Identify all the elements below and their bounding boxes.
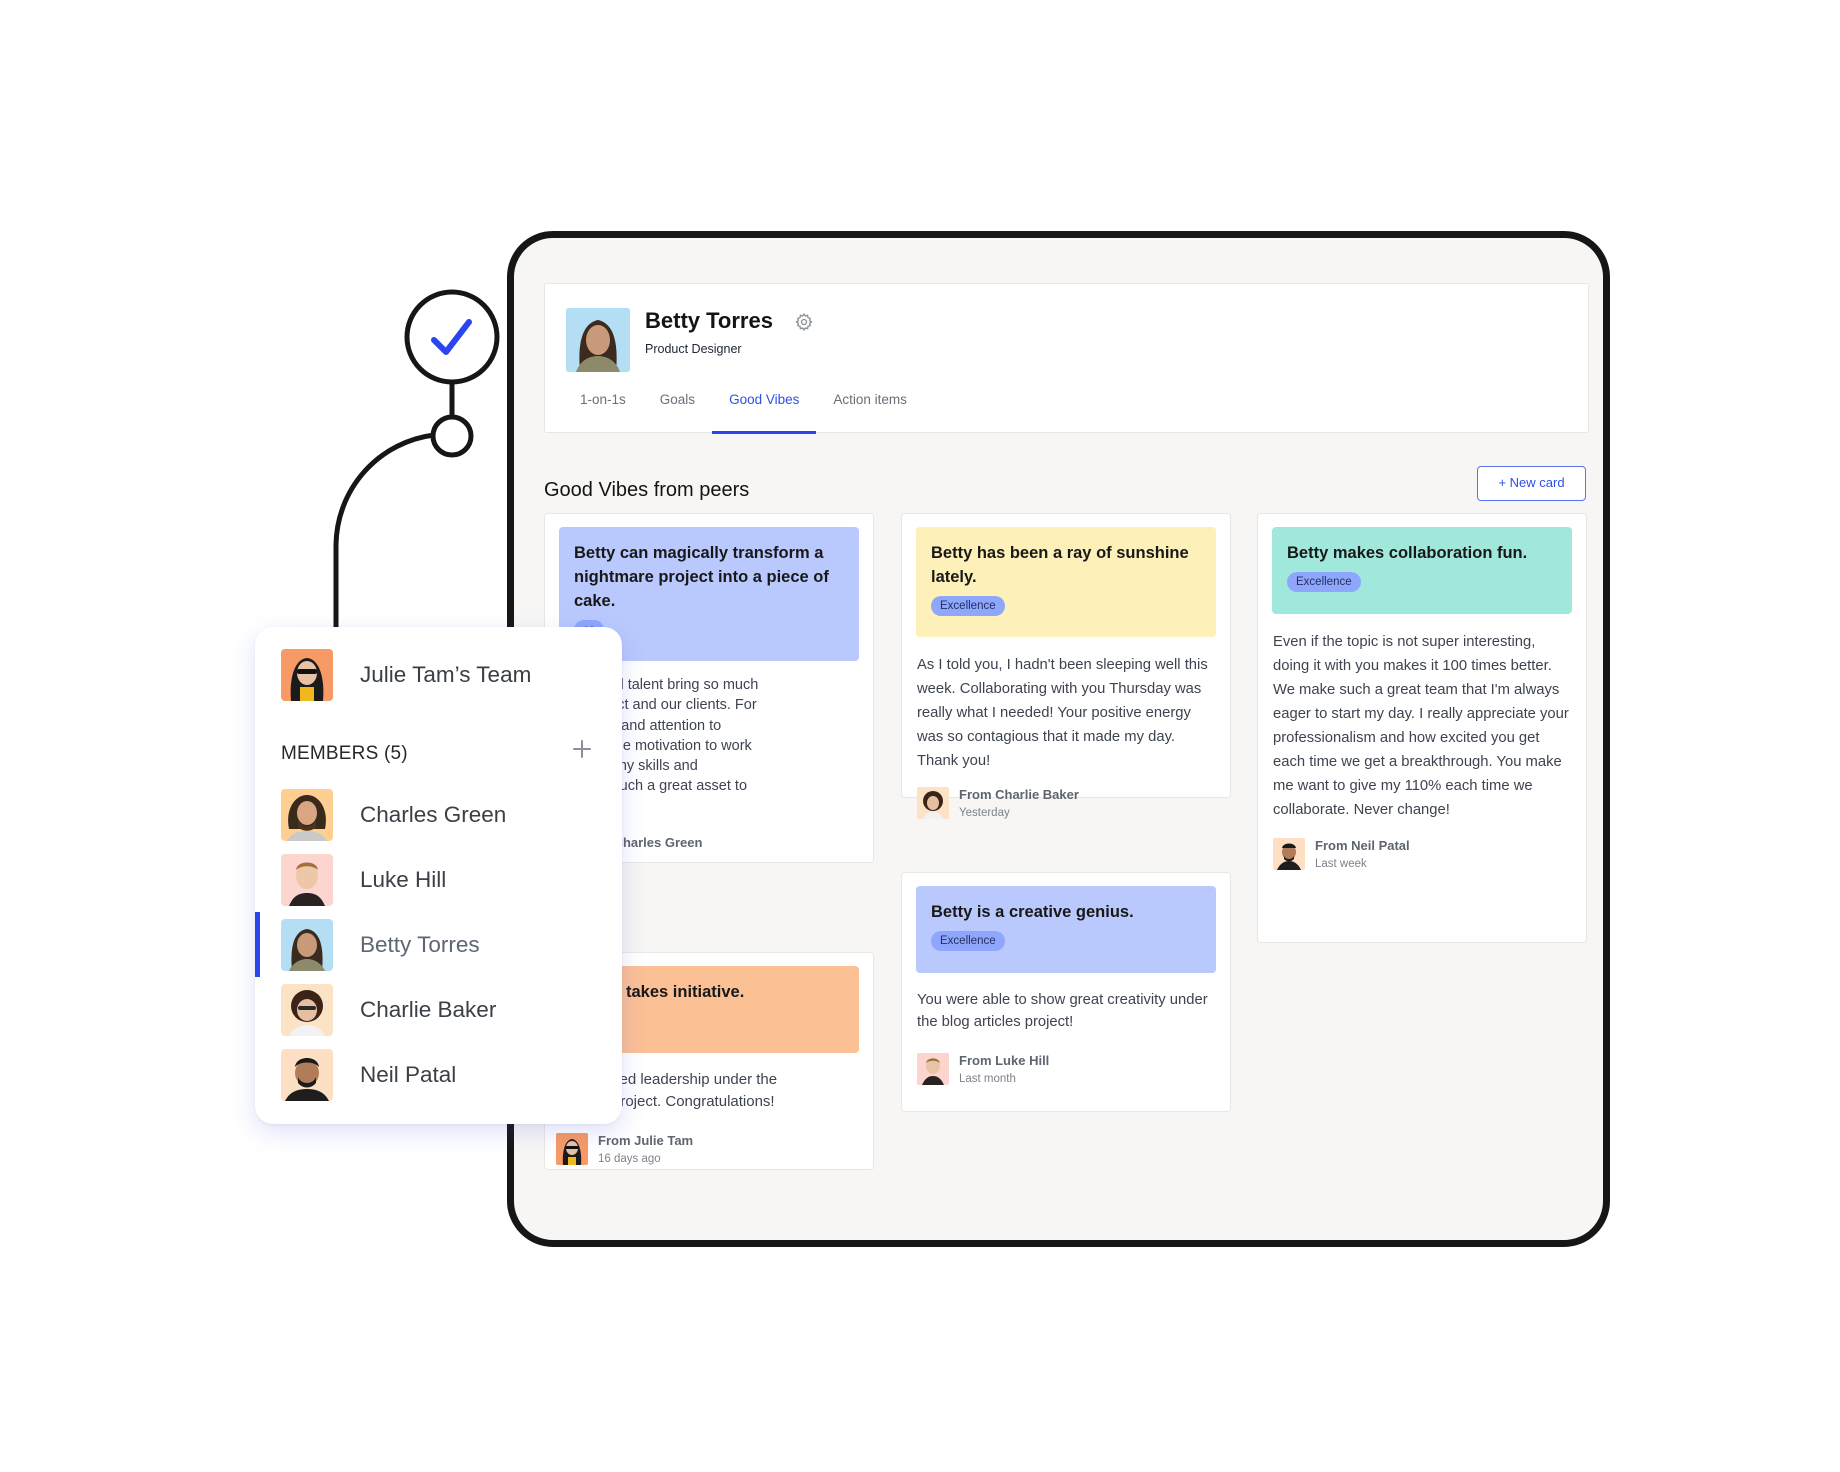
- gear-icon[interactable]: [794, 312, 814, 332]
- tab-action-items[interactable]: Action items: [816, 389, 924, 433]
- category-tag: Excellence: [931, 596, 1005, 616]
- sent-time: Yesterday: [959, 807, 1010, 819]
- member-avatar: [281, 918, 333, 971]
- body-line: project. Congratulations!: [612, 1093, 775, 1110]
- person-portrait-icon: [281, 918, 333, 971]
- member-item-charlie-baker[interactable]: Charlie Baker: [255, 977, 622, 1042]
- sender-name: From Neil Patal: [1315, 838, 1410, 853]
- person-portrait-icon: [556, 1133, 588, 1165]
- member-name: Charlie Baker: [360, 996, 497, 1022]
- member-name: Charles Green: [360, 801, 507, 827]
- card-body: As I told you, I hadn't been sleeping we…: [917, 657, 1208, 769]
- card-footer: From Charlie Baker Yesterday: [902, 773, 1230, 835]
- person-portrait-icon: [917, 1053, 949, 1085]
- card-footer: From Luke Hill Last month: [902, 1033, 1230, 1101]
- card-banner: Betty makes collaboration fun. Excellenc…: [1272, 527, 1572, 614]
- sent-time: Last month: [959, 1073, 1016, 1085]
- member-name: Betty Torres: [360, 931, 480, 957]
- member-avatar: [281, 853, 333, 906]
- check-badge: [404, 289, 500, 385]
- sent-time: Last week: [1315, 858, 1367, 870]
- person-portrait-icon: [281, 788, 333, 841]
- card-banner: Betty has been a ray of sunshine lately.…: [916, 527, 1216, 637]
- person-portrait-icon: [917, 787, 949, 819]
- tab-good-vibes[interactable]: Good Vibes: [712, 389, 817, 434]
- profile-header: Betty Torres Product Designer 1-on-1s Go…: [544, 283, 1589, 434]
- card-body: You were able to show great creativity u…: [917, 992, 1208, 1030]
- person-portrait-icon: [566, 308, 630, 372]
- member-avatar: [281, 788, 333, 841]
- connector-line: [333, 432, 435, 630]
- team-name: Julie Tam’s Team: [360, 662, 532, 687]
- category-tag: Excellence: [931, 931, 1005, 951]
- sender-name: From Julie Tam: [598, 1133, 694, 1148]
- card-footer: From Neil Patal Last week: [1258, 822, 1586, 886]
- member-item-luke-hill[interactable]: Luke Hill: [255, 847, 622, 912]
- card-headline: Betty has been a ray of sunshine lately.: [931, 544, 1189, 586]
- person-portrait-icon: [281, 649, 333, 701]
- sender-name: From Luke Hill: [959, 1053, 1050, 1068]
- category-tag: Excellence: [1287, 572, 1361, 592]
- section-title: Good Vibes from peers: [544, 479, 750, 501]
- member-name: Luke Hill: [360, 866, 447, 892]
- team-panel: Julie Tam’s Team MEMBERS (5) Charles Gre…: [255, 627, 622, 1124]
- card-body: Even if the topic is not super interesti…: [1273, 634, 1569, 818]
- vibe-card[interactable]: Betty has been a ray of sunshine lately.…: [901, 513, 1231, 819]
- member-avatar: [281, 983, 333, 1036]
- card-banner: Betty is a creative genius. Excellence: [916, 886, 1216, 973]
- member-item-charles-green[interactable]: Charles Green: [255, 782, 622, 847]
- team-avatar: [281, 649, 333, 701]
- members-label: MEMBERS (5): [281, 743, 408, 764]
- app-window: Betty Torres Product Designer 1-on-1s Go…: [507, 231, 1610, 1247]
- person-portrait-icon: [1273, 838, 1305, 870]
- team-header[interactable]: Julie Tam’s Team: [281, 649, 531, 701]
- sender-avatar: [917, 1053, 949, 1085]
- member-avatar: [281, 1048, 333, 1101]
- profile-name: Betty Torres: [645, 308, 773, 333]
- new-card-button[interactable]: + New card: [1477, 466, 1586, 501]
- checkmark-icon: [431, 319, 472, 355]
- connector-node: [430, 414, 474, 458]
- sender-name: From Charlie Baker: [959, 787, 1079, 802]
- card-headline: Betty is a creative genius.: [931, 903, 1134, 921]
- tab-1-on-1s[interactable]: 1-on-1s: [563, 389, 643, 433]
- member-item-neil-patal[interactable]: Neil Patal: [255, 1042, 622, 1107]
- sent-time: 16 days ago: [598, 1153, 661, 1165]
- sender-avatar: [1273, 838, 1305, 870]
- plus-icon[interactable]: [570, 737, 594, 761]
- profile-tabs: 1-on-1s Goals Good Vibes Action items: [563, 389, 924, 434]
- profile-avatar: [566, 308, 630, 372]
- profile-role: Product Designer: [645, 342, 742, 356]
- vibe-card[interactable]: Betty makes collaboration fun. Excellenc…: [1257, 513, 1587, 943]
- card-headline: Betty makes collaboration fun.: [1287, 544, 1528, 562]
- vibe-card[interactable]: Betty is a creative genius. Excellence Y…: [901, 872, 1231, 1112]
- member-name: Neil Patal: [360, 1061, 457, 1087]
- person-portrait-icon: [281, 983, 333, 1036]
- person-portrait-icon: [281, 1048, 333, 1101]
- body-line: ved leadership under the: [612, 1071, 778, 1088]
- sender-avatar: [917, 787, 949, 819]
- member-item-betty-torres[interactable]: Betty Torres: [255, 912, 622, 977]
- tab-goals[interactable]: Goals: [643, 389, 712, 433]
- card-headline: Betty can magically transform a nightmar…: [574, 544, 829, 610]
- person-portrait-icon: [281, 853, 333, 906]
- sender-avatar: [556, 1133, 588, 1165]
